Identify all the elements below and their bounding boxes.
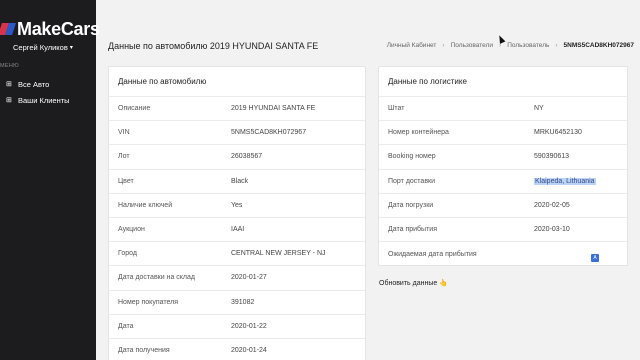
row-value: 2020-01-24 <box>231 346 267 354</box>
logistics-card: Данные по логистике Штат NY Номер контейн… <box>378 66 628 266</box>
table-row: Лот 26038567 <box>109 145 365 170</box>
menu-label: МЕНЮ <box>0 63 19 69</box>
row-value: CENTRAL NEW JERSEY - NJ <box>231 250 326 258</box>
table-row: Аукцион IAAI <box>109 218 365 243</box>
row-label: VIN <box>118 129 130 137</box>
logistics-card-title: Данные по логистике <box>379 67 627 97</box>
breadcrumb-users[interactable]: Пользователи <box>451 42 493 49</box>
row-value: 5NMS5CAD8KH072967 <box>231 129 307 137</box>
sidebar-item-all-cars[interactable]: ⊞ Все Авто <box>0 76 96 92</box>
row-label: Дата доставки на склад <box>118 274 195 282</box>
row-label: Booking номер <box>388 153 436 161</box>
row-value: MRKU6452130 <box>534 129 582 137</box>
page-title: Данные по автомобилю 2019 HYUNDAI SANTA … <box>108 41 319 51</box>
row-value: 2020-01-27 <box>231 274 267 282</box>
row-label: Аукцион <box>118 226 145 234</box>
table-row: VIN 5NMS5CAD8KH072967 <box>109 121 365 146</box>
row-value: 2020-03-10 <box>534 226 570 234</box>
sidebar-item-label: Все Авто <box>18 79 50 89</box>
breadcrumb-user[interactable]: Пользователь <box>507 42 549 49</box>
sidebar-item-label: Ваши Клиенты <box>18 95 70 105</box>
row-value: 26038567 <box>231 153 263 161</box>
user-name: Сергей Куликов <box>13 43 68 52</box>
row-label: Город <box>118 250 137 258</box>
row-label: Порт доставки <box>388 177 436 185</box>
table-row: Дата доставки на склад 2020-01-27 <box>109 266 365 291</box>
translate-icon[interactable]: A <box>591 254 599 262</box>
users-icon: ⊞ <box>6 97 12 104</box>
breadcrumb-separator: › <box>555 42 558 49</box>
breadcrumb-current: 5NMS5CAD8KH072967 <box>563 42 634 49</box>
row-label: Номер покупателя <box>118 298 179 306</box>
refresh-label: Обновить данные <box>379 280 438 287</box>
table-row: Наличие ключей Yes <box>109 194 365 218</box>
row-value: Yes <box>231 201 243 209</box>
breadcrumb-separator: › <box>442 42 445 49</box>
car-icon: ⊞ <box>6 81 12 88</box>
sidebar: MakeCars Сергей Куликов ▾ МЕНЮ ⊞ Все Авт… <box>0 0 100 360</box>
table-row: Дата 2020-01-22 <box>109 315 365 339</box>
table-row: Ожидаемая дата прибытия <box>379 242 627 266</box>
row-label: Номер контейнера <box>388 129 449 137</box>
table-row: Дата погрузки 2020-02-05 <box>379 194 627 218</box>
row-label: Лот <box>118 153 130 161</box>
vehicle-card-title: Данные по автомобилю <box>109 67 365 97</box>
table-row: Штат NY <box>379 97 627 122</box>
user-menu[interactable]: Сергей Куликов ▾ <box>13 43 73 52</box>
row-value: 2020-01-22 <box>231 322 267 330</box>
table-row: Дата прибытия 2020-03-10 <box>379 218 627 243</box>
logo-mark-icon <box>0 22 16 36</box>
row-value: 590390613 <box>534 153 570 161</box>
row-label: Описание <box>118 105 151 113</box>
row-value: 391082 <box>231 298 255 306</box>
row-label: Цвет <box>118 177 134 185</box>
table-row: Цвет Black <box>109 170 365 194</box>
breadcrumb-home[interactable]: Личный Кабинет <box>387 42 437 49</box>
row-value: IAAI <box>231 226 245 234</box>
table-row: Booking номер 590390613 <box>379 145 627 170</box>
chevron-down-icon: ▾ <box>69 45 73 51</box>
table-row: Город CENTRAL NEW JERSEY - NJ <box>109 242 365 267</box>
row-label: Штат <box>388 105 405 113</box>
sidebar-item-clients[interactable]: ⊞ Ваши Клиенты <box>0 92 96 108</box>
refresh-data-button[interactable]: Обновить данные 👆 <box>379 279 448 287</box>
selected-text[interactable]: Klaipeda, Lithuania <box>534 177 596 185</box>
row-label: Ожидаемая дата прибытия <box>388 250 477 258</box>
pointing-hand-icon: 👆 <box>439 280 448 287</box>
breadcrumb: Личный Кабинет › Пользователи › Пользова… <box>387 42 634 49</box>
row-value: 2020-02-05 <box>534 201 570 209</box>
row-value: 2019 HYUNDAI SANTA FE <box>231 105 316 113</box>
row-label: Дата <box>118 322 134 330</box>
brand-name: MakeCars <box>17 18 100 39</box>
row-label: Дата прибытия <box>388 226 437 234</box>
row-value: Black <box>231 177 249 185</box>
table-row: Порт доставки Klaipeda, Lithuania <box>379 170 627 194</box>
row-label: Дата погрузки <box>388 201 434 209</box>
table-row: Дата получения 2020-01-24 <box>109 339 365 360</box>
row-label: Дата получения <box>118 346 170 354</box>
table-row: Описание 2019 HYUNDAI SANTA FE <box>109 97 365 122</box>
row-label: Наличие ключей <box>118 201 173 209</box>
brand-logo[interactable]: MakeCars <box>0 18 100 40</box>
row-value: NY <box>534 105 544 113</box>
vehicle-card: Данные по автомобилю Описание 2019 HYUNDA… <box>108 66 366 360</box>
table-row: Номер контейнера MRKU6452130 <box>379 121 627 146</box>
table-row: Номер покупателя 391082 <box>109 291 365 315</box>
